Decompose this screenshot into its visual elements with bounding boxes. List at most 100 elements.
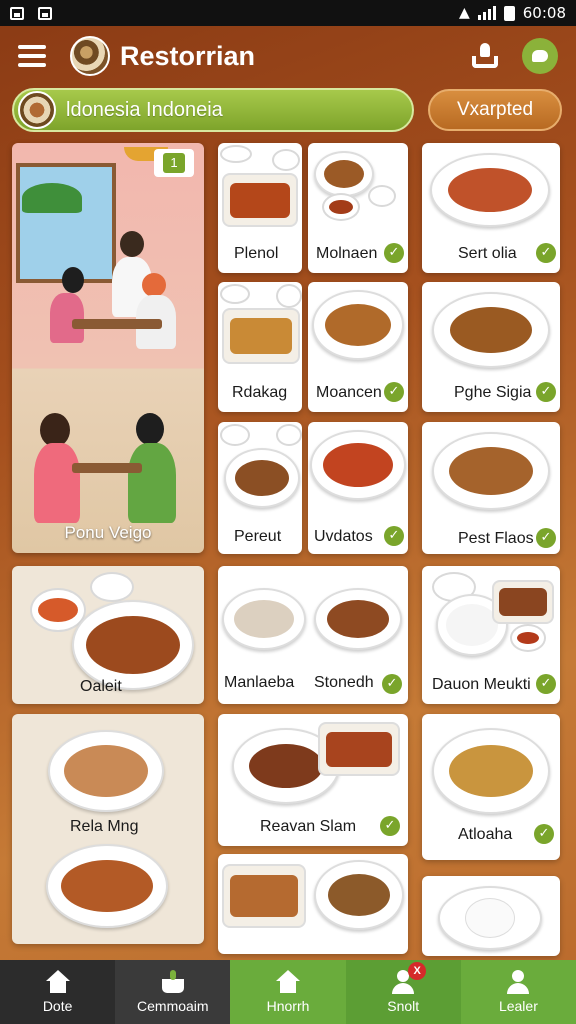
card-label: Oaleit	[80, 678, 122, 695]
card-label: Pghe Sigia	[454, 384, 532, 401]
bowl-illustration	[272, 149, 300, 171]
card-label: Manlaeba	[224, 674, 295, 691]
gallery-icon	[38, 6, 52, 20]
food-card-sertolia[interactable]: Sert olia ✓	[422, 143, 560, 273]
food-card-rela-mng[interactable]: Rela Mng	[12, 714, 204, 944]
table-illustration	[72, 319, 162, 329]
diner-illustration	[142, 273, 166, 297]
plate-illustration	[314, 588, 402, 650]
window-illustration	[16, 163, 116, 283]
food-card-pereut[interactable]: Pereut	[218, 422, 302, 554]
card-label: Atloaha	[458, 826, 513, 843]
food-card-molnaen[interactable]: Molnaen ✓	[308, 143, 408, 273]
plate-illustration	[432, 292, 550, 368]
check-icon: ✓	[384, 382, 404, 402]
clock: 60:08	[522, 4, 566, 22]
nav-item-snolt[interactable]: X Snolt	[345, 960, 461, 1024]
plate-illustration	[430, 153, 550, 227]
check-icon: ✓	[380, 816, 400, 836]
food-card-rdakag[interactable]: Rdakag	[218, 282, 302, 412]
diner-illustration	[136, 413, 164, 445]
menu-icon[interactable]	[18, 45, 46, 67]
card-label: Plenol	[234, 245, 279, 262]
food-card-pest-flaos[interactable]: Pest Flaos ✓	[422, 422, 560, 554]
bowl-illustration	[322, 193, 360, 221]
notification-badge: X	[408, 962, 427, 980]
check-icon: ✓	[384, 243, 404, 263]
plate-illustration	[48, 730, 164, 812]
chat-icon[interactable]	[522, 38, 558, 74]
nav-item-lealer[interactable]: Lealer	[460, 960, 576, 1024]
gallery-icon	[10, 6, 24, 20]
food-card-pghe-sigia[interactable]: Pghe Sigia ✓	[422, 282, 560, 412]
dish-illustration	[222, 864, 306, 928]
dish-illustration	[222, 173, 298, 227]
diner-illustration	[62, 267, 84, 293]
card-label: Reavan Slam	[260, 818, 357, 835]
card-label: Rdakag	[232, 384, 288, 401]
plate-illustration	[314, 860, 404, 930]
card-label: Sert olia	[458, 245, 517, 262]
plate-illustration	[310, 430, 406, 500]
card-label: Uvdatos	[314, 528, 373, 545]
plate-illustration	[312, 290, 404, 360]
bowl-illustration	[220, 424, 250, 446]
card-label: Molnaen	[316, 245, 378, 262]
avatar	[18, 91, 56, 129]
card-label: Rela Mng	[70, 818, 139, 835]
food-card-uvdatos[interactable]: Uvdatos ✓	[308, 422, 408, 554]
check-icon: ✓	[536, 243, 556, 263]
food-card[interactable]	[218, 854, 408, 954]
plate-illustration	[432, 432, 550, 510]
check-icon: ✓	[536, 674, 556, 694]
people-icon: X	[390, 962, 427, 994]
search-input[interactable]: ldonesia Indoneia	[12, 88, 414, 132]
home-icon	[45, 970, 71, 994]
app-logo	[70, 36, 110, 76]
diner-illustration	[40, 413, 70, 447]
dish-illustration	[222, 308, 300, 364]
dish-illustration	[318, 722, 400, 776]
count-badge: 1	[154, 149, 194, 177]
share-icon[interactable]	[470, 41, 500, 71]
restaurant-scene-card[interactable]: 1 Ponu Veigo	[12, 143, 204, 553]
food-card-plenol[interactable]: Plenol	[218, 143, 302, 273]
card-label: Dauon Meukti	[432, 676, 531, 693]
bowl-illustration	[220, 145, 252, 163]
bowl-illustration	[276, 284, 302, 308]
nav-item-cemmoaim[interactable]: Cemmoaim	[115, 960, 231, 1024]
waiter-illustration	[120, 231, 144, 257]
diner-illustration	[128, 443, 176, 523]
nav-item-hnorrh[interactable]: Hnorrh	[230, 960, 346, 1024]
food-card-manlaeba-stonedh[interactable]: Manlaeba Stonedh ✓	[218, 566, 408, 704]
food-card-reavan-slam[interactable]: Reavan Slam ✓	[218, 714, 408, 846]
home-icon	[275, 970, 301, 994]
battery-icon	[503, 5, 515, 21]
card-label: Pest Flaos	[458, 530, 534, 547]
check-icon: ✓	[384, 526, 404, 546]
food-card-atloaha[interactable]: Atloaha ✓	[422, 714, 560, 860]
check-icon: ✓	[382, 674, 402, 694]
plate-illustration	[46, 844, 168, 928]
bottom-nav: Dote Cemmoaim Hnorrh X Snolt Lealer	[0, 960, 576, 1024]
basket-icon	[160, 970, 186, 994]
scene-label: Ponu Veigo	[64, 523, 152, 542]
food-card-dauon-meukti[interactable]: Dauon Meukti ✓	[422, 566, 560, 704]
plate-illustration	[222, 588, 306, 650]
bowl-illustration	[510, 624, 546, 652]
plate-illustration	[438, 886, 542, 950]
wifi-icon: ▲	[458, 5, 470, 21]
status-bar: ▲ 60:08	[0, 0, 576, 26]
filter-button[interactable]: Vxarpted	[428, 89, 562, 131]
palm-illustration	[22, 183, 82, 213]
search-value: ldonesia Indoneia	[66, 98, 223, 121]
food-card-oaleit[interactable]: Oaleit	[12, 566, 204, 704]
food-card-moancen[interactable]: Moancen ✓	[308, 282, 408, 412]
nav-item-dote[interactable]: Dote	[0, 960, 116, 1024]
card-label: Pereut	[234, 528, 282, 545]
plate-illustration	[314, 151, 374, 197]
card-label: Stonedh	[314, 674, 374, 691]
bowl-illustration	[276, 424, 302, 446]
diner-illustration	[50, 293, 84, 343]
food-card[interactable]	[422, 876, 560, 956]
